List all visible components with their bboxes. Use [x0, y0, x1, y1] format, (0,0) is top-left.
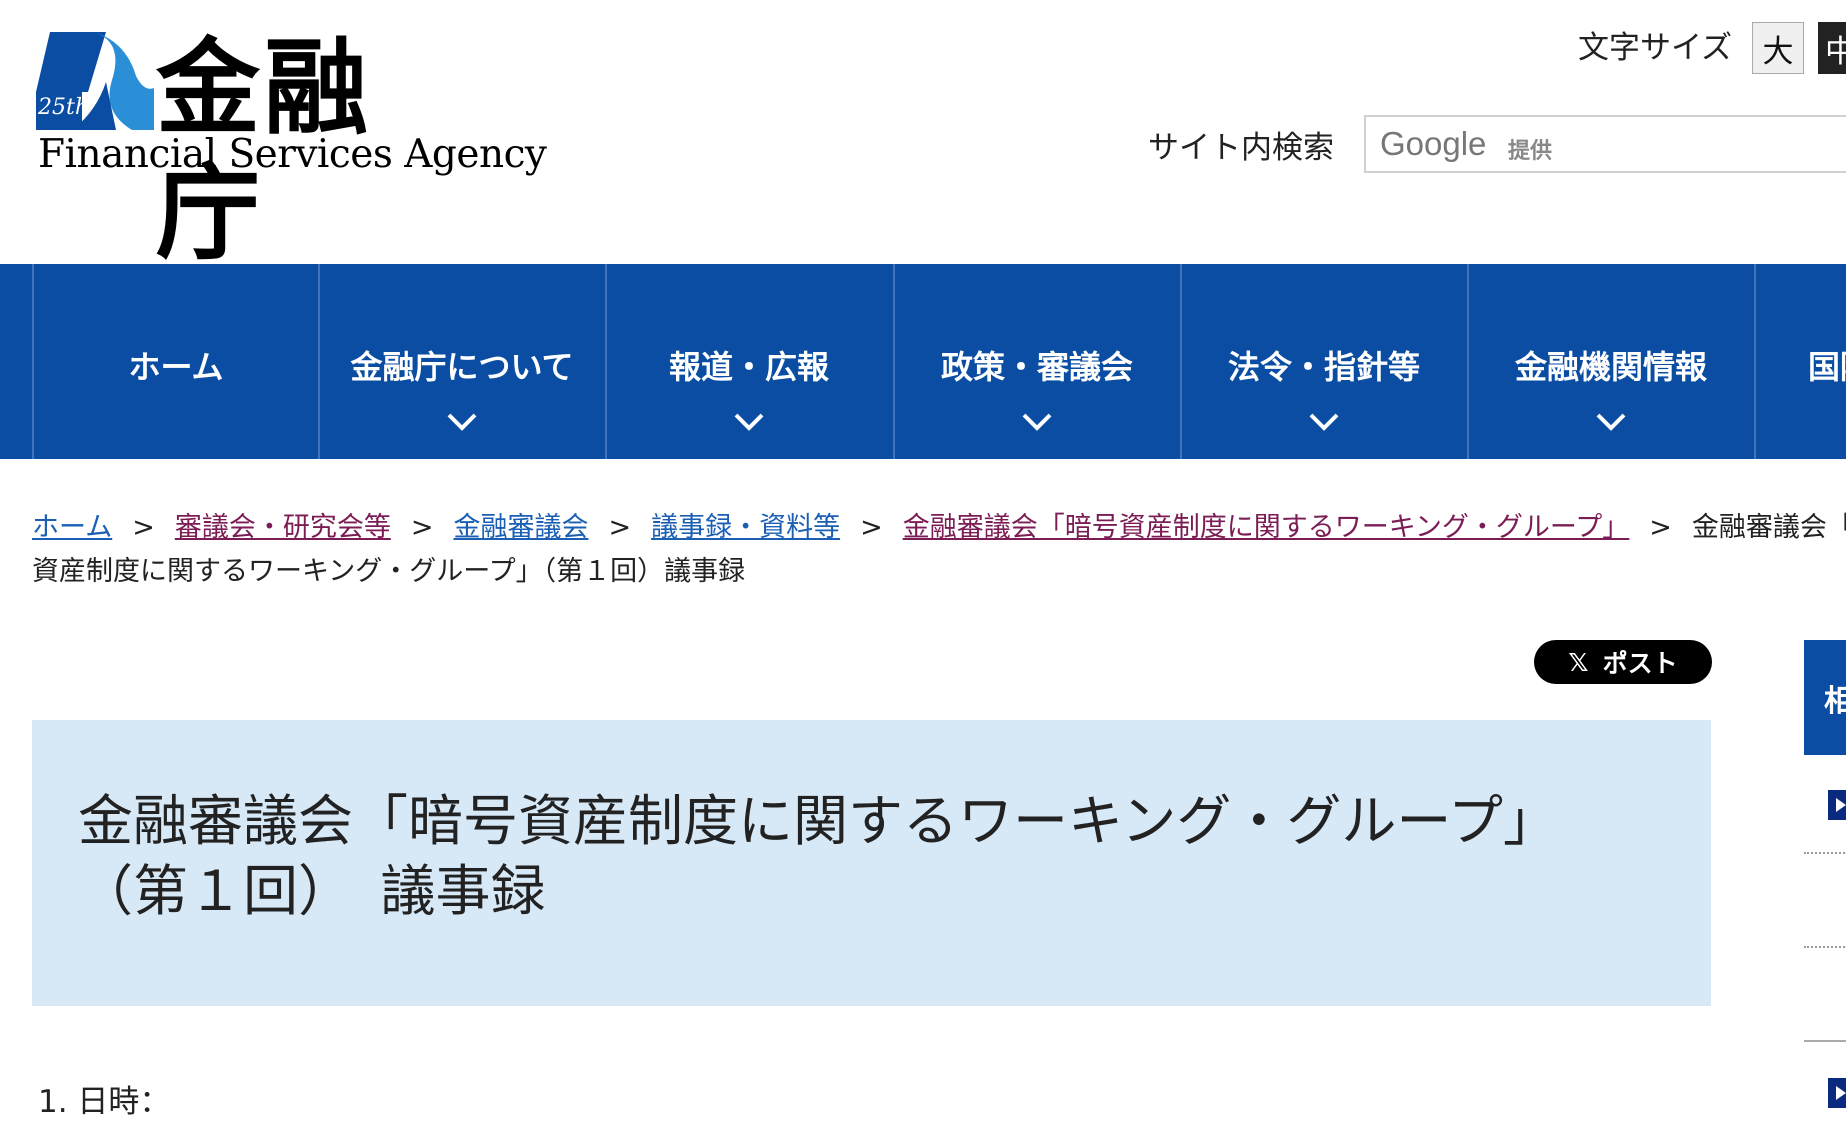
nav-item-institutions[interactable]: 金融機関情報: [1467, 264, 1753, 459]
nav-label: 金融機関情報: [1514, 348, 1707, 386]
chevron-down-icon: [1596, 413, 1626, 431]
fsa-emblem-icon: 25th: [36, 32, 154, 130]
chevron-down-icon: [1309, 413, 1339, 431]
breadcrumb-link-financial-council[interactable]: 金融審議会: [453, 512, 588, 543]
font-size-medium-button[interactable]: 中: [1818, 22, 1846, 74]
nav-label: 報道・広報: [668, 348, 829, 386]
section-datetime-heading: 1. 日時：: [38, 1084, 171, 1120]
nav-item-international[interactable]: 国際: [1754, 264, 1846, 459]
breadcrumb-separator: >: [860, 512, 883, 543]
logo-english-text: Financial Services Agency: [38, 132, 547, 177]
page-title: 金融審議会「暗号資産制度に関するワーキング・グループ」 （第１回） 議事録: [78, 786, 1678, 926]
breadcrumb-separator: >: [132, 512, 155, 543]
search-provided-text: 提供: [1508, 139, 1553, 164]
chevron-down-icon: [1022, 413, 1052, 431]
breadcrumb-separator: >: [410, 512, 434, 543]
breadcrumb-separator: >: [608, 512, 632, 543]
site-search-input[interactable]: Google 提供: [1364, 115, 1846, 173]
global-nav: ホーム 金融庁について 報道・広報 政策・審議会 法令・指針等 金融機関情報 国…: [0, 264, 1846, 459]
side-menu-header-text: 相: [1824, 684, 1846, 719]
nav-item-press[interactable]: 報道・広報: [605, 264, 891, 459]
breadcrumb-link-minutes[interactable]: 議事録・資料等: [651, 512, 840, 543]
side-divider: [1804, 1040, 1846, 1042]
font-size-large-button[interactable]: 大: [1752, 22, 1804, 74]
nav-label: 金融庁について: [350, 348, 574, 386]
nav-label: 政策・審議会: [940, 348, 1133, 386]
nav-label: 法令・指針等: [1227, 348, 1420, 386]
side-link-arrow-icon[interactable]: [1828, 790, 1846, 820]
page-title-line2: （第１回） 議事録: [78, 859, 546, 923]
side-menu-header: 相: [1804, 640, 1846, 755]
side-divider: [1804, 946, 1846, 948]
side-link-arrow-icon[interactable]: [1828, 1078, 1846, 1108]
nav-label: 国際: [1808, 348, 1846, 386]
font-size-label: 文字サイズ: [1578, 30, 1733, 66]
chevron-down-icon: [734, 413, 764, 431]
google-logo-text: Google: [1380, 125, 1487, 162]
post-label: ポスト: [1602, 649, 1678, 678]
nav-item-policy[interactable]: 政策・審議会: [893, 264, 1179, 459]
nav-item-home[interactable]: ホーム: [32, 264, 318, 459]
breadcrumb: ホーム > 審議会・研究会等 > 金融審議会 > 議事録・資料等 > 金融審議会「暗号資産制度に…: [32, 506, 1846, 594]
chevron-down-icon: [447, 413, 477, 431]
nav-label: ホーム: [128, 348, 224, 386]
fsa-logo[interactable]: 25th 金融庁 Financial Services Agency: [36, 27, 547, 274]
breadcrumb-link-home[interactable]: ホーム: [32, 512, 112, 543]
nav-item-about[interactable]: 金融庁について: [318, 264, 604, 459]
page-title-box: 金融審議会「暗号資産制度に関するワーキング・グループ」 （第１回） 議事録: [32, 720, 1711, 1006]
side-divider: [1804, 852, 1846, 854]
x-post-button[interactable]: 𝕏 ポスト: [1534, 640, 1712, 684]
breadcrumb-link-councils[interactable]: 審議会・研究会等: [175, 512, 391, 543]
breadcrumb-separator: >: [1649, 512, 1672, 543]
site-search-label: サイト内検索: [1148, 130, 1334, 166]
svg-text:25th: 25th: [37, 95, 89, 120]
x-logo-icon: 𝕏: [1568, 647, 1589, 677]
page-title-line1: 金融審議会「暗号資産制度に関するワーキング・グループ」: [78, 789, 1559, 853]
nav-item-laws[interactable]: 法令・指針等: [1180, 264, 1466, 459]
breadcrumb-link-working-group[interactable]: 金融審議会「暗号資産制度に関するワーキング・グループ」: [903, 512, 1630, 543]
